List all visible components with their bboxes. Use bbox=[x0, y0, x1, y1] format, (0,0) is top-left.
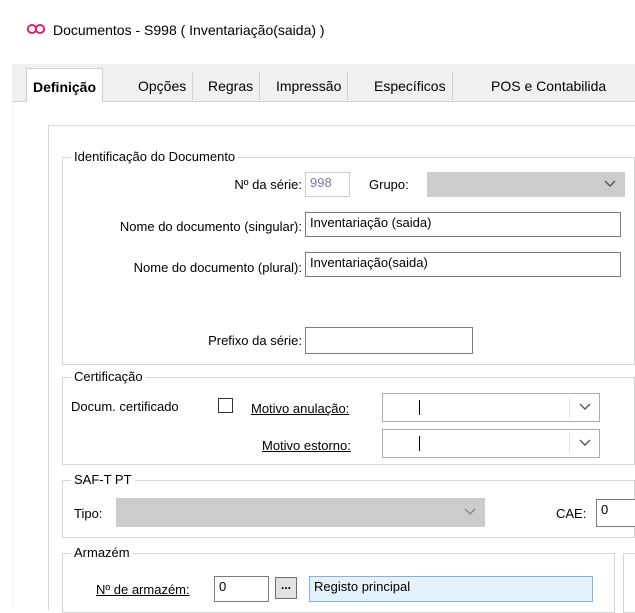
tab-regras[interactable]: Regras bbox=[202, 72, 261, 100]
armazem-numero-field[interactable]: 0 bbox=[214, 576, 269, 602]
tipo-select[interactable] bbox=[116, 498, 485, 527]
armazem-numero-label: Nº de armazém: bbox=[96, 582, 190, 597]
window-titlebar: Documentos - S998 ( Inventariação(saida)… bbox=[0, 0, 635, 64]
tab-pos-contabilidade[interactable]: POS e Contabilida bbox=[485, 72, 612, 100]
cae-label: CAE: bbox=[556, 506, 587, 521]
chevron-down-icon bbox=[464, 508, 476, 515]
motivo-estorno-select[interactable] bbox=[382, 429, 600, 458]
tab-opcoes[interactable]: Opções bbox=[132, 72, 194, 100]
serie-field[interactable]: 998 bbox=[305, 172, 350, 197]
motivo-anulacao-label: Motivo anulação: bbox=[251, 401, 350, 416]
identificacao-legend: Identificação do Documento bbox=[71, 149, 239, 164]
prefixo-label: Prefixo da série: bbox=[208, 333, 302, 348]
armazem-descricao-field: Registo principal bbox=[309, 576, 593, 602]
serie-label: Nº da série: bbox=[234, 177, 302, 192]
tab-definicao[interactable]: Definição bbox=[26, 68, 104, 102]
combo-divider bbox=[569, 433, 570, 454]
motivo-anulacao-select[interactable] bbox=[382, 393, 600, 422]
text-caret bbox=[419, 400, 420, 415]
infinity-icon bbox=[26, 24, 46, 34]
motivo-estorno-label: Motivo estorno: bbox=[262, 438, 351, 453]
prefixo-field[interactable] bbox=[305, 327, 473, 354]
chevron-down-icon bbox=[579, 403, 591, 410]
combo-divider bbox=[569, 397, 570, 418]
window-title: Documentos - S998 ( Inventariação(saida)… bbox=[53, 22, 325, 38]
armazem-legend: Armazém bbox=[71, 545, 133, 560]
chevron-down-icon bbox=[604, 180, 616, 187]
docum-certificado-label: Docum. certificado bbox=[71, 399, 179, 414]
nome-plural-field[interactable]: Inventariação(saida) bbox=[305, 252, 621, 277]
certificacao-legend: Certificação bbox=[71, 369, 146, 384]
nome-singular-label: Nome do documento (singular): bbox=[119, 219, 302, 234]
grupo-select[interactable] bbox=[427, 172, 625, 197]
tipo-label: Tipo: bbox=[74, 506, 103, 521]
nome-singular-field[interactable]: Inventariação (saida) bbox=[305, 212, 621, 237]
tab-strip: Definição Opções Regras Impressão Especí… bbox=[12, 68, 635, 102]
tab-especificos[interactable]: Específicos bbox=[368, 72, 453, 100]
nome-plural-label: Nome do documento (plural): bbox=[133, 260, 302, 275]
saft-legend: SAF-T PT bbox=[71, 472, 135, 487]
chevron-down-icon bbox=[579, 439, 591, 446]
adjacent-groupbox bbox=[623, 553, 635, 613]
tab-impressao[interactable]: Impressão bbox=[270, 72, 349, 100]
cae-field[interactable]: 0 bbox=[596, 499, 635, 527]
docum-certificado-checkbox[interactable] bbox=[218, 398, 233, 413]
grupo-label: Grupo: bbox=[369, 177, 409, 192]
text-caret bbox=[419, 436, 420, 451]
armazem-browse-button[interactable]: ... bbox=[275, 577, 297, 599]
